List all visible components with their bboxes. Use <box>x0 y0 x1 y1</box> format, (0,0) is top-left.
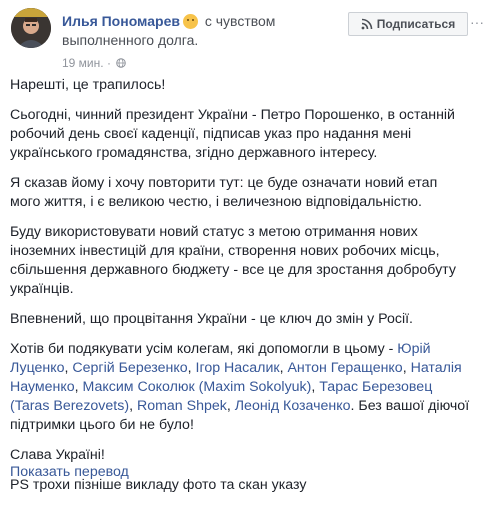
paragraph-5: Впевнений, що процвітання України - це к… <box>10 311 413 327</box>
tagged-person-link[interactable]: Антон Геращенко <box>287 360 402 376</box>
facebook-post: Илья Пономарев с чувством выполненного д… <box>0 0 490 493</box>
name-separator: , <box>74 379 83 395</box>
name-separator: , <box>226 398 235 414</box>
author-name[interactable]: Илья Пономарев <box>62 13 180 29</box>
show-translation-link[interactable]: Показать перевод <box>10 463 129 482</box>
rss-icon <box>361 18 373 30</box>
author-avatar[interactable] <box>11 8 51 48</box>
tagged-person-link[interactable]: Ігор Насалик <box>196 360 280 376</box>
name-separator: , <box>129 398 137 414</box>
post-content: Нарешті, це трапилось! Сьогодні, чинний … <box>10 76 470 506</box>
tagged-person-link[interactable]: Сергій Березенко <box>72 360 187 376</box>
name-separator: , <box>187 360 196 376</box>
name-separator: , <box>402 360 411 376</box>
paragraph-6: Хотів би подякувати усім колегам, які до… <box>10 340 470 435</box>
meta-separator: · <box>106 56 111 70</box>
globe-icon[interactable] <box>116 58 127 68</box>
subscribe-label: Подписаться <box>376 17 456 31</box>
timestamp[interactable]: 19 мин. <box>62 56 104 70</box>
smirk-emoji-icon <box>182 14 198 29</box>
tagged-person-link[interactable]: Максим Соколюк (Maxim Sokolyuk) <box>83 379 312 395</box>
paragraph-3: Я сказав йому і хочу повторити тут: це б… <box>10 175 438 210</box>
post-meta: 19 мин. · <box>62 55 127 71</box>
paragraph-1: Нарешті, це трапилось! <box>10 77 166 93</box>
more-options-icon[interactable]: ··· <box>470 15 484 29</box>
tagged-person-link[interactable]: Леонід Козаченко <box>235 398 351 414</box>
post-header: Илья Пономарев с чувством выполненного д… <box>62 11 342 50</box>
paragraph-4: Буду використовувати новий статус з мето… <box>10 224 456 297</box>
paragraph-2: Сьогодні, чинний президент України - Пет… <box>10 107 455 161</box>
tagged-person-link[interactable]: Roman Shpek <box>137 398 227 414</box>
subscribe-button[interactable]: Подписаться <box>348 12 468 36</box>
avatar-image <box>11 8 51 48</box>
thanks-intro: Хотів би подякувати усім колегам, які до… <box>10 341 394 357</box>
